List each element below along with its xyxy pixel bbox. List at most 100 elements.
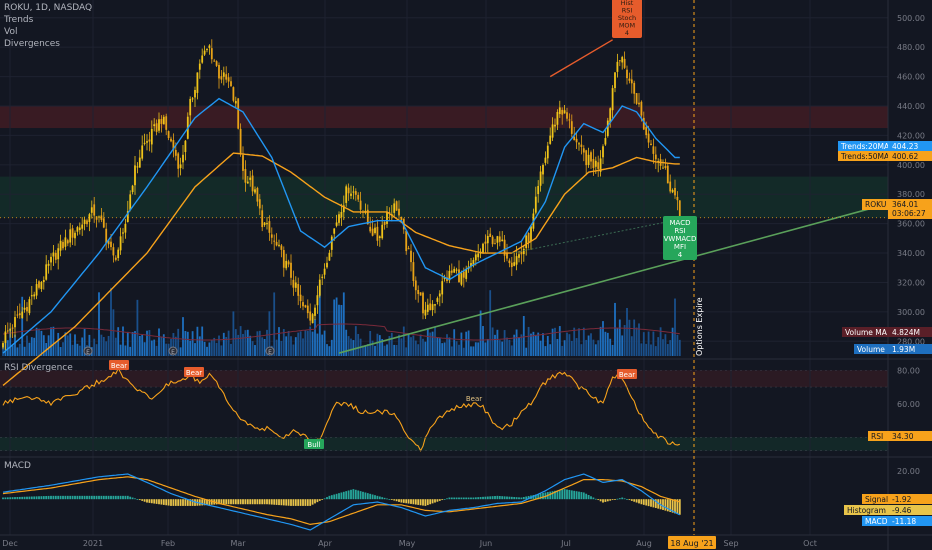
histogram-bar [33, 496, 36, 500]
candle-body [671, 189, 674, 193]
candle-body [513, 262, 516, 266]
bull-divergence-text: MACD [670, 219, 691, 227]
volume-bar [597, 340, 600, 356]
histogram-bar [134, 498, 136, 500]
histogram-bar [410, 499, 412, 504]
candle-body [165, 116, 168, 130]
candle-body [506, 253, 508, 259]
candle-body [621, 57, 624, 63]
histogram-bar [460, 497, 463, 500]
candle-body [338, 214, 340, 223]
volume-bar [578, 328, 580, 356]
histogram-bar [117, 495, 120, 500]
candle-body [26, 307, 28, 312]
histogram-bar [647, 499, 650, 507]
volume-bar [398, 334, 400, 356]
indicator-vol[interactable]: Vol [4, 27, 17, 38]
volume-bar [678, 339, 681, 356]
volume-bar [671, 327, 674, 356]
volume-bar [143, 342, 146, 356]
candle-body [57, 248, 60, 260]
histogram-bar [66, 495, 69, 500]
histogram-bar [102, 495, 105, 500]
volume-bar [321, 334, 324, 356]
histogram-bar [316, 499, 319, 503]
candle-body [179, 164, 182, 169]
volume-bar [304, 330, 307, 356]
histogram-bar [645, 499, 648, 506]
macd-title[interactable]: MACD [4, 461, 31, 472]
histogram-bar [143, 499, 146, 502]
candle-body [249, 177, 252, 180]
candle-body [261, 210, 264, 228]
candle-body [587, 154, 590, 166]
symbol-title[interactable]: ROKU, 1D, NASDAQ [4, 3, 92, 14]
candle-body [431, 304, 434, 311]
histogram-bar [62, 495, 64, 500]
candle-body [496, 236, 499, 243]
chart-canvas[interactable]: E E E Bear Bear Bull Bear Bear Options Expire H… [0, 0, 932, 550]
candle-body [515, 256, 518, 265]
histogram-bar [614, 499, 616, 500]
indicator-divergences[interactable]: Divergences [4, 39, 60, 50]
volume-bar [294, 337, 297, 356]
histogram-bar [306, 499, 309, 506]
candle-body [105, 228, 108, 244]
candle-body [234, 101, 237, 104]
histogram-bar [179, 499, 182, 506]
volume-bar [150, 340, 153, 356]
volume-bar [69, 333, 72, 356]
histogram-bar [270, 499, 273, 505]
histogram-bar [177, 499, 180, 506]
candle-body [206, 49, 208, 51]
volume-ma-badge-label: Volume MA [845, 328, 888, 337]
histogram-bar [376, 495, 379, 500]
roku-price: 364.01 [892, 200, 918, 209]
volume-badge-value: 1.93M [892, 345, 915, 354]
histogram-bar [131, 497, 134, 500]
volume-bar [136, 299, 139, 356]
candle-body [590, 152, 592, 162]
histogram-bar [158, 499, 160, 505]
histogram-bar [6, 497, 9, 500]
indicator-trends[interactable]: Trends [4, 15, 33, 26]
volume-bar [191, 331, 194, 356]
histogram-bar [448, 497, 451, 500]
volume-bar [506, 337, 508, 356]
candle-body [422, 292, 424, 314]
histogram-bar [69, 495, 72, 500]
histogram-bar [489, 496, 492, 500]
volume-bar [323, 330, 326, 356]
rsi-title[interactable]: RSI Divergence [4, 363, 73, 374]
candle-body [194, 90, 196, 98]
histogram-bar [88, 495, 91, 500]
histogram-bar [558, 489, 561, 500]
price-axis-label: 400.00 [897, 161, 925, 170]
histogram-bar [225, 499, 228, 505]
volume-bar [666, 344, 669, 356]
histogram-bar [347, 490, 350, 500]
volume-bar [563, 340, 566, 356]
histogram-bar [86, 495, 88, 500]
histogram-bar [285, 499, 288, 506]
histogram-bar [477, 497, 480, 500]
histogram-bar [628, 499, 631, 501]
candle-body [102, 218, 105, 228]
time-axis-label: 2021 [83, 539, 103, 548]
histogram-bar [93, 495, 96, 500]
candle-body [333, 228, 336, 234]
histogram-bar [369, 493, 372, 500]
volume-bar [383, 345, 386, 356]
candle-body [256, 187, 259, 202]
histogram-bar [50, 495, 52, 500]
histogram-bar [580, 492, 583, 500]
candle-body [244, 169, 247, 183]
date-marker-label: 18 Aug '21 [670, 539, 713, 548]
volume-bar [114, 337, 117, 356]
histogram-bar [141, 499, 144, 501]
histogram-bar [616, 498, 619, 500]
volume-bar [314, 319, 316, 356]
volume-bar [186, 331, 189, 356]
candle-body [551, 124, 554, 138]
volume-bar [650, 344, 652, 356]
